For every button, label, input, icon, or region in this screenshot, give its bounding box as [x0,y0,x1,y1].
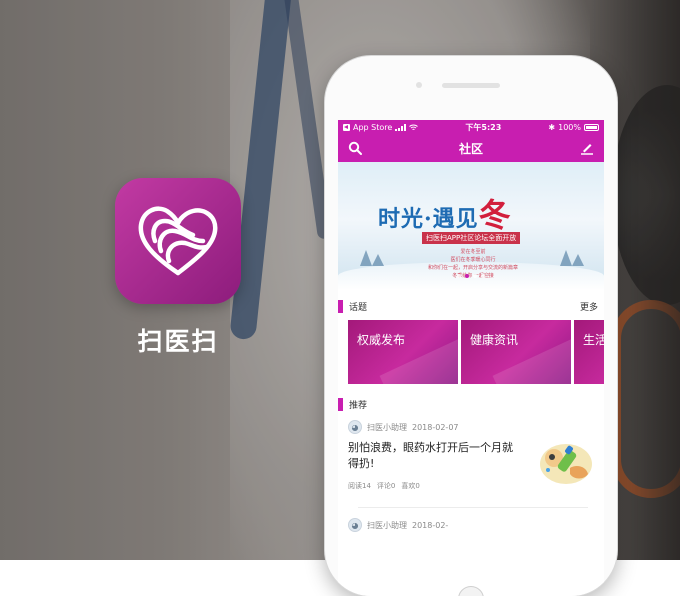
battery-icon [584,124,599,131]
banner-carousel[interactable]: 时光·遇见冬 扫医扫APP社区论坛全面开放 爱在冬至前 医们在冬季暖心同行 和你… [338,162,604,290]
like-count[interactable]: 喜欢0 [401,481,419,491]
carousel-dots[interactable] [338,274,604,278]
signal-icon [395,124,407,131]
post-date: 2018-02- [412,520,449,530]
heart-logo-icon [138,206,218,276]
status-bar: App Store 下午5:23 ✱ 100% [338,120,604,135]
topic-card[interactable]: 生活 [574,320,604,384]
banner-tag: 扫医扫APP社区论坛全面开放 [422,232,521,244]
feed-item[interactable]: ◕ 扫医小助理 2018-02-07 别怕浪费，眼药水打开后一个月就得扔! 阅读… [338,412,604,508]
post-date: 2018-02-07 [412,422,459,432]
speaker-slot [442,83,500,88]
read-count: 阅读14 [348,482,371,490]
nav-title: 社区 [458,142,483,156]
edit-icon[interactable] [580,141,594,155]
home-button[interactable] [458,586,484,596]
back-arrow-icon[interactable] [343,124,350,131]
author-name: 扫医小助理 [367,520,407,530]
back-app-label[interactable]: App Store [353,123,392,132]
eye-drops-thumbnail [540,444,592,484]
topic-card[interactable]: 健康资讯 [461,320,571,384]
topics-row: 权威发布 健康资讯 生活 [338,320,604,384]
topic-card[interactable]: 权威发布 [348,320,458,384]
topics-header: 话题 更多 [338,298,604,314]
status-time: 下午5:23 [465,123,502,132]
feed-item[interactable]: ◕ 扫医小助理 2018-02- [338,508,604,532]
avatar: ◕ [348,420,362,434]
author-name: 扫医小助理 [367,422,407,432]
app-screen: App Store 下午5:23 ✱ 100% 社区 时光·遇见冬 扫医扫APP… [338,120,604,596]
section-bar [338,299,343,313]
post-title[interactable]: 别怕浪费，眼药水打开后一个月就得扔! [348,440,523,472]
section-bar [338,397,343,411]
more-link[interactable]: 更多 [580,300,598,313]
battery-percent: 100% [558,123,581,132]
search-icon[interactable] [348,141,362,155]
banner-title: 时光·遇见冬 [378,196,512,234]
phone-frame: App Store 下午5:23 ✱ 100% 社区 时光·遇见冬 扫医扫APP… [325,56,617,596]
camera-dot [416,82,422,88]
comment-count[interactable]: 评论0 [377,481,395,491]
app-name: 扫医扫 [137,327,219,356]
topics-title: 话题 [349,302,368,313]
recommend-header: 推荐 [338,396,604,412]
bluetooth-icon: ✱ [548,123,556,132]
avatar: ◕ [348,518,362,532]
recommend-title: 推荐 [349,400,368,411]
app-icon [115,178,241,304]
wifi-icon [409,124,419,130]
nav-bar: 社区 [338,135,604,162]
